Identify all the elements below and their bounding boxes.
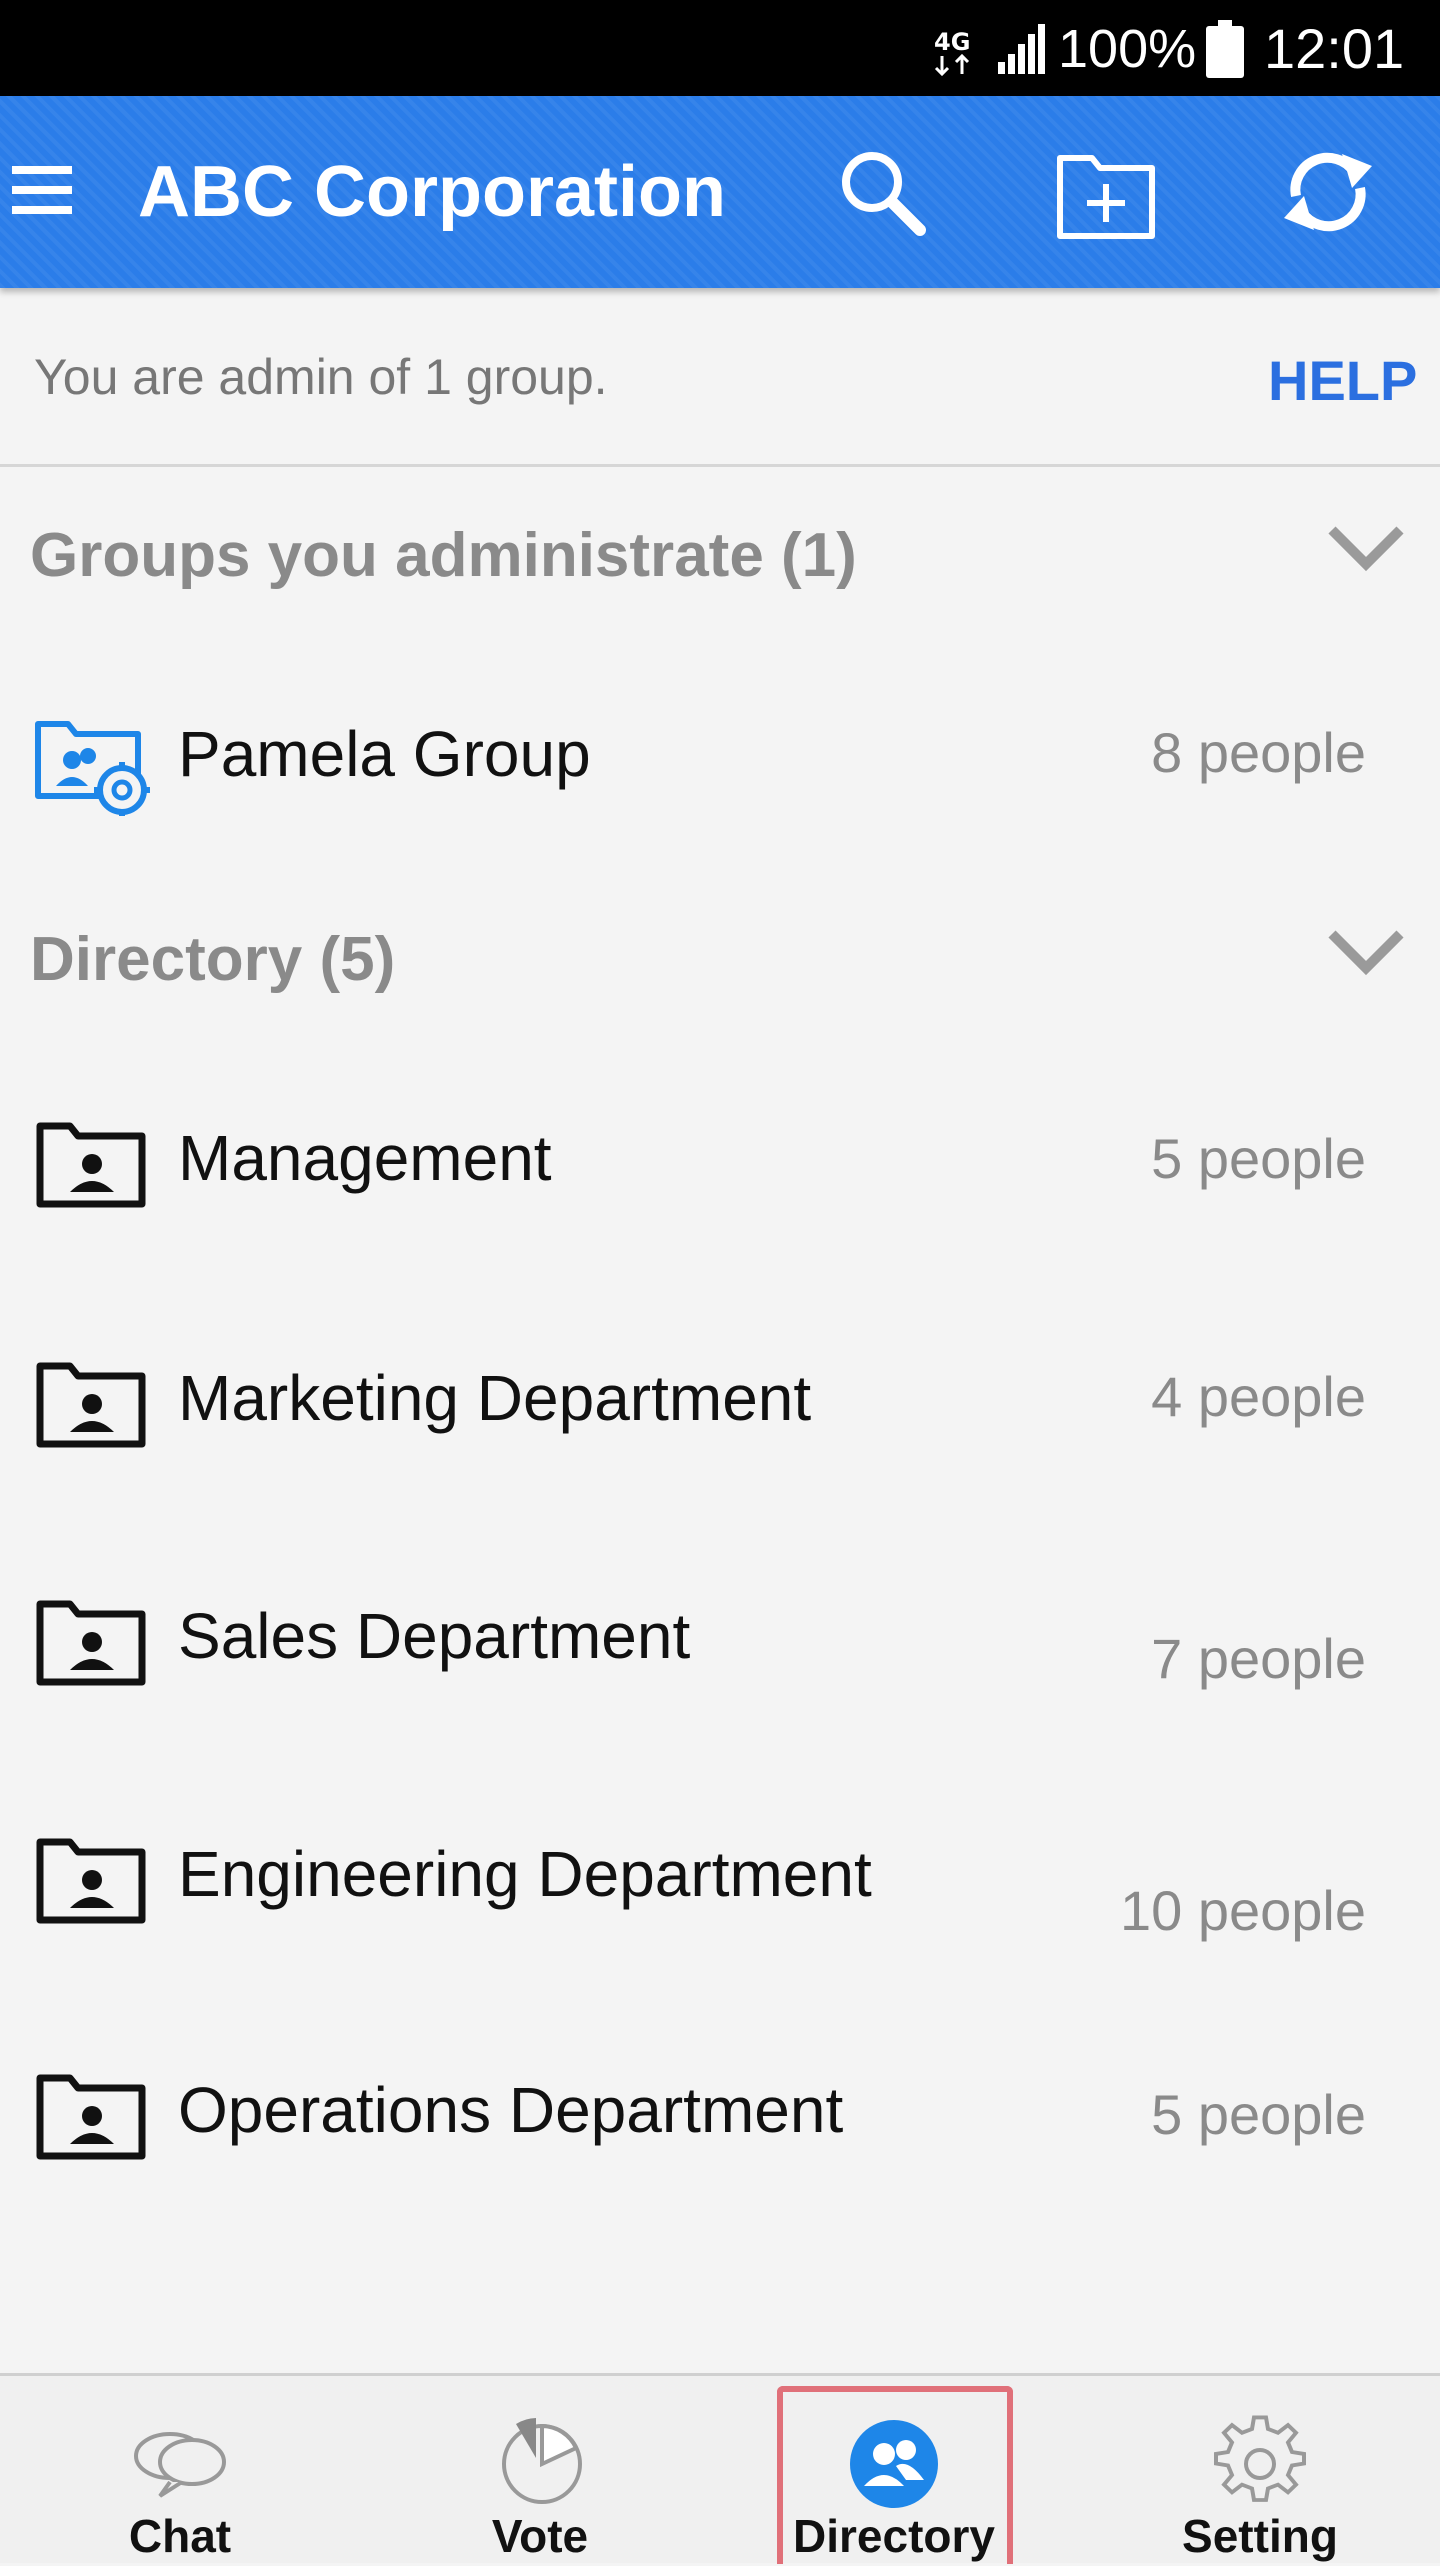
group-name: Pamela Group (178, 718, 591, 790)
nav-label-chat: Chat (128, 2510, 232, 2562)
app-title: ABC Corporation (138, 152, 726, 232)
group-member-count: 10 people (1119, 1879, 1366, 1942)
directory-header-label: Directory (5) (30, 925, 396, 994)
group-member-count: 5 people (1151, 1127, 1366, 1190)
list-item-management[interactable]: Management 5 people (0, 1084, 1440, 1234)
contacts-icon (850, 2420, 938, 2508)
nav-tab-vote[interactable]: Vote (390, 2376, 690, 2563)
folder-contact-icon (36, 1600, 146, 1686)
group-member-count: 7 people (1151, 1627, 1366, 1690)
search-icon[interactable] (830, 140, 934, 244)
network-4g-icon: 4G (934, 28, 970, 77)
folder-contact-icon (36, 2074, 146, 2160)
group-member-count: 5 people (1151, 2083, 1366, 2146)
group-name: Operations Department (178, 2074, 844, 2146)
list-item-engineering-department[interactable]: Engineering Department 10 people (0, 1800, 1440, 1950)
group-name: Marketing Department (178, 1362, 812, 1434)
admin-notice-text: You are admin of 1 group. (34, 349, 608, 405)
chevron-down-icon (1328, 930, 1404, 976)
folder-contact-icon (36, 1122, 146, 1208)
folder-contact-icon (36, 1362, 146, 1448)
battery-icon (1206, 20, 1244, 78)
nav-tab-directory[interactable]: Directory (774, 2376, 1074, 2564)
admin-groups-header[interactable]: Groups you administrate (1) (0, 500, 1440, 610)
directory-header[interactable]: Directory (5) (0, 904, 1440, 1014)
nav-tab-setting[interactable]: Setting (1110, 2376, 1410, 2563)
refresh-icon[interactable] (1276, 140, 1380, 244)
pie-chart-icon (502, 2418, 582, 2504)
status-bar: 4G 100% 12:01 (0, 0, 1440, 96)
signal-strength-icon (998, 24, 1045, 74)
svg-text:4G: 4G (934, 28, 970, 56)
admin-group-icon (35, 721, 150, 816)
bottom-nav: Chat Vote Directory Setting (0, 2373, 1440, 2564)
battery-percent: 100% (1058, 19, 1197, 79)
nav-label-setting: Setting (1182, 2510, 1338, 2562)
folder-contact-icon (36, 1838, 146, 1924)
group-name: Engineering Department (178, 1838, 872, 1910)
group-member-count: 4 people (1151, 1365, 1366, 1428)
add-folder-icon[interactable] (1054, 140, 1158, 244)
clock: 12:01 (1264, 17, 1405, 80)
admin-groups-header-label: Groups you administrate (1) (30, 521, 857, 590)
group-member-count: 8 people (1151, 721, 1366, 784)
nav-label-directory: Directory (793, 2510, 995, 2562)
nav-label-vote: Vote (491, 2510, 589, 2562)
gear-icon (1214, 2415, 1306, 2502)
list-item-marketing-department[interactable]: Marketing Department 4 people (0, 1324, 1440, 1474)
list-item-pamela-group[interactable]: Pamela Group 8 people (0, 680, 1440, 830)
menu-icon[interactable] (10, 158, 74, 222)
nav-tab-chat[interactable]: Chat (30, 2376, 330, 2563)
chat-bubbles-icon (134, 2432, 226, 2498)
admin-notice: You are admin of 1 group. (0, 288, 1440, 467)
chevron-down-icon (1328, 526, 1404, 572)
app-bar: ABC Corporation (0, 96, 1440, 288)
list-item-sales-department[interactable]: Sales Department 7 people (0, 1562, 1440, 1712)
group-name: Sales Department (178, 1600, 691, 1672)
group-name: Management (178, 1122, 552, 1194)
list-item-operations-department[interactable]: Operations Department 5 people (0, 2036, 1440, 2186)
help-link[interactable]: HELP (1268, 346, 1417, 416)
